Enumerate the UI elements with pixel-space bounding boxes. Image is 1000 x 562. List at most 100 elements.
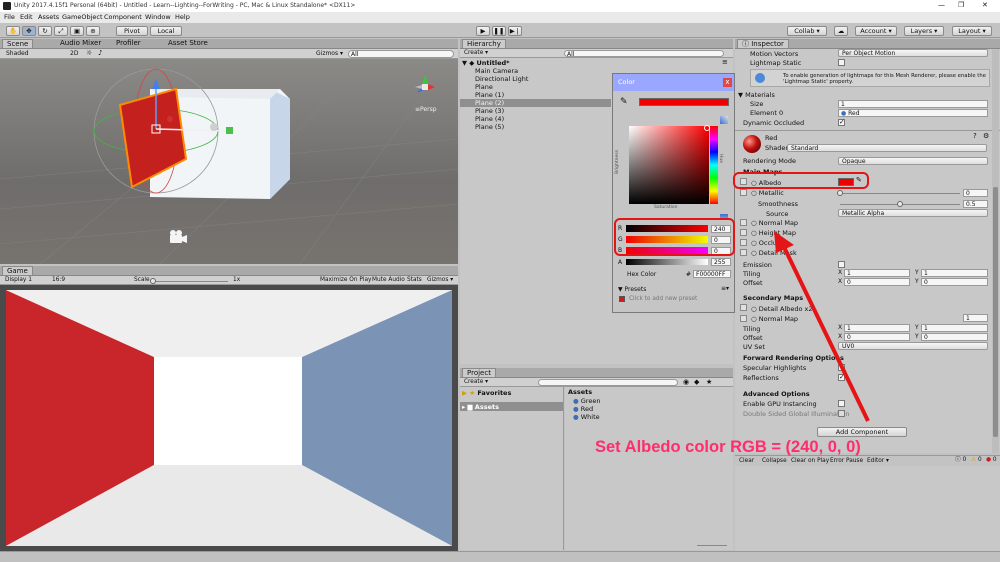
scale-tool-icon[interactable]: ⤢ (54, 26, 68, 36)
console-error-pause-button[interactable]: Error Pause (830, 458, 863, 465)
color-picker-titlebar[interactable]: Color x (613, 74, 734, 91)
hierarchy-item[interactable]: Plane (3) (475, 107, 504, 115)
tab-scene[interactable]: Scene (2, 39, 34, 48)
project-create-button[interactable]: Create ▾ (464, 379, 488, 386)
menu-edit[interactable]: Edit (20, 14, 33, 21)
asset-item[interactable]: ● Red (573, 405, 593, 413)
game-gizmos-dropdown[interactable]: Gizmos ▾ (427, 277, 453, 284)
scene-viewport[interactable]: ≡Persp (0, 59, 458, 264)
menu-window[interactable]: Window (145, 14, 171, 21)
tiling-y-field[interactable]: 1 (921, 269, 988, 277)
metallic-texture-slot[interactable] (740, 189, 747, 196)
menu-gameobject[interactable]: GameObject (62, 14, 103, 21)
pause-button[interactable]: ❚❚ (492, 26, 506, 36)
maximize-on-play-toggle[interactable]: Maximize On Play (320, 277, 371, 284)
hierarchy-item[interactable]: Directional Light (475, 75, 528, 83)
aspect-dropdown[interactable]: 16:9 (52, 277, 65, 284)
offset2-y-field[interactable]: 0 (921, 333, 988, 341)
audio-toggle-icon[interactable]: ♪ (98, 50, 102, 57)
metallic-slider[interactable] (840, 193, 960, 194)
hierarchy-item[interactable]: Plane (1) (475, 91, 504, 99)
normal-map2-texture-slot[interactable] (740, 315, 747, 322)
mute-audio-toggle[interactable]: Mute Audio (372, 277, 405, 284)
presets-foldout[interactable]: ▼ Presets (618, 287, 646, 293)
hand-tool-icon[interactable]: ✋ (6, 26, 20, 36)
scale-slider-handle[interactable] (150, 278, 156, 284)
account-button[interactable]: Account ▾ (855, 26, 897, 36)
layout-button[interactable]: Layout ▾ (952, 26, 992, 36)
tab-inspector[interactable]: ⓘ Inspector (737, 39, 789, 48)
move-tool-icon[interactable]: ✥ (22, 26, 36, 36)
rendering-mode-dropdown[interactable]: Opaque (838, 157, 988, 165)
collab-button[interactable]: Collab ▾ (787, 26, 827, 36)
size-field[interactable]: 1 (838, 100, 988, 108)
materials-foldout[interactable]: ▼ Materials (738, 91, 775, 99)
tab-asset-store[interactable]: Asset Store (164, 39, 212, 48)
add-preset-label[interactable]: Click to add new preset (629, 296, 697, 303)
console-editor-dropdown[interactable]: Editor ▾ (867, 458, 889, 465)
hierarchy-options-icon[interactable]: ≡ (722, 59, 728, 66)
scene-root[interactable]: ▼ ◆ Untitled* (462, 59, 510, 67)
favorite-star-icon[interactable]: ★ (706, 379, 712, 386)
menu-help[interactable]: Help (175, 14, 190, 21)
tab-hierarchy[interactable]: Hierarchy (462, 39, 506, 48)
smoothness-field[interactable]: 0.5 (963, 200, 988, 208)
settings-gear-icon[interactable]: ⚙ (983, 133, 989, 140)
persp-label[interactable]: ≡Persp (415, 107, 437, 113)
asset-item[interactable]: ● White (573, 413, 600, 421)
close-button[interactable]: ✕ (982, 2, 988, 9)
dynamic-occluded-checkbox[interactable]: ✓ (838, 119, 845, 126)
icon-size-slider[interactable] (697, 545, 727, 546)
step-button[interactable]: ▶❘ (508, 26, 522, 36)
scale-slider[interactable] (152, 281, 228, 282)
normal-map2-scale-field[interactable]: 1 (963, 314, 988, 322)
normal-map-texture-slot[interactable] (740, 219, 747, 226)
presets-options-icon[interactable]: ≡▾ (721, 286, 729, 292)
hierarchy-create-button[interactable]: Create ▾ (464, 50, 488, 57)
tab-profiler[interactable]: Profiler (112, 39, 145, 48)
filter-label-icon[interactable]: ◆ (694, 379, 699, 386)
shader-dropdown[interactable]: Standard (787, 144, 987, 152)
console-error-count[interactable]: ● 0 (986, 457, 997, 464)
menu-component[interactable]: Component (104, 14, 142, 21)
detail-albedo-texture-slot[interactable] (740, 304, 747, 311)
pivot-button[interactable]: Pivot (116, 26, 148, 36)
tiling2-y-field[interactable]: 1 (921, 324, 988, 332)
minimize-button[interactable]: — (938, 2, 945, 9)
motion-vectors-dropdown[interactable]: Per Object Motion (838, 49, 988, 57)
shading-dropdown[interactable]: Shaded (6, 51, 29, 57)
lightmap-static-checkbox[interactable] (838, 59, 845, 66)
tab-audio-mixer[interactable]: Audio Mixer (56, 39, 105, 48)
hierarchy-item[interactable]: Main Camera (475, 67, 518, 75)
inspector-scrollbar-thumb[interactable] (993, 187, 998, 437)
game-viewport[interactable] (0, 285, 458, 551)
saturation-brightness-square[interactable] (629, 126, 709, 204)
rotate-tool-icon[interactable]: ↻ (38, 26, 52, 36)
occlusion-texture-slot[interactable] (740, 239, 747, 246)
height-map-texture-slot[interactable] (740, 229, 747, 236)
menu-file[interactable]: File (4, 14, 15, 21)
layers-button[interactable]: Layers ▾ (904, 26, 944, 36)
project-search-input[interactable] (538, 379, 678, 386)
smoothness-slider-handle[interactable] (897, 201, 903, 207)
tab-game[interactable]: Game (2, 266, 33, 275)
console-clear-button[interactable]: Clear (739, 458, 754, 465)
hierarchy-item-selected[interactable]: Plane (2) (475, 99, 504, 107)
inspector-scrollbar[interactable] (992, 49, 999, 453)
transform-tool-icon[interactable]: ⊕ (86, 26, 100, 36)
play-button[interactable]: ▶ (476, 26, 490, 36)
local-button[interactable]: Local (150, 26, 182, 36)
console-info-count[interactable]: ⓘ 0 (955, 457, 966, 464)
stats-toggle[interactable]: Stats (407, 277, 422, 284)
mode-2d-button[interactable]: 2D (70, 51, 78, 57)
console-clear-on-play-button[interactable]: Clear on Play (791, 458, 829, 465)
help-icon[interactable]: ? (973, 133, 977, 140)
hierarchy-item[interactable]: Plane (4) (475, 115, 504, 123)
hue-slider[interactable] (710, 126, 718, 204)
console-warning-count[interactable]: ⚠ 0 (971, 457, 982, 464)
hierarchy-item[interactable]: Plane (475, 83, 493, 91)
color-picker-close-button[interactable]: x (723, 78, 732, 87)
hex-color-input[interactable]: F00000FF (693, 270, 731, 278)
offset-y-field[interactable]: 0 (921, 278, 988, 286)
favorites-folder[interactable]: ▶ ★ Favorites (462, 389, 511, 397)
